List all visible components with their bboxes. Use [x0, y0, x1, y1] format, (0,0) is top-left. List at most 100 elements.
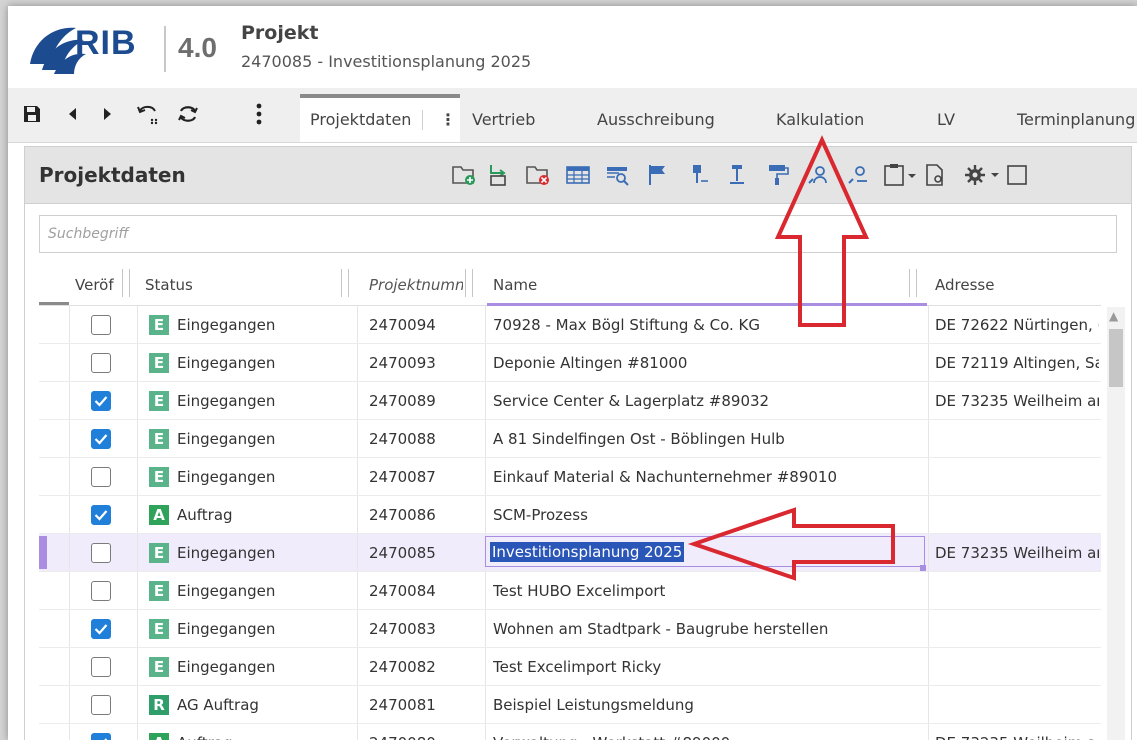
column-resizer[interactable]: [465, 269, 473, 297]
veroef-cell: [91, 686, 111, 723]
projektnummer-cell: 2470082: [369, 657, 436, 676]
row-checkbox[interactable]: [91, 352, 111, 373]
insert-icon[interactable]: [485, 163, 511, 187]
name-edit-field[interactable]: Investitionsplanung 2025: [485, 536, 925, 567]
column-resizer[interactable]: [341, 269, 349, 297]
next-icon[interactable]: [102, 102, 114, 126]
column-divider: [928, 496, 929, 533]
table-row[interactable]: E Eingegangen 2470082 Test Excelimport Rick…: [39, 648, 1101, 686]
tab-menu-icon[interactable]: ⋮: [440, 110, 456, 129]
user-search-icon[interactable]: [805, 163, 831, 187]
row-checkbox[interactable]: [91, 542, 111, 563]
new-folder-icon[interactable]: [451, 163, 477, 187]
tab-ausschreibung[interactable]: Ausschreibung: [597, 110, 715, 129]
search-grid-icon[interactable]: [605, 163, 631, 187]
search-field[interactable]: [39, 215, 1117, 253]
row-checkbox[interactable]: [91, 466, 111, 487]
veroef-cell: [91, 420, 111, 457]
delete-folder-icon[interactable]: [525, 163, 551, 187]
status-cell: E Eingegangen: [149, 534, 275, 571]
projektnummer-cell: 2470094: [369, 315, 436, 334]
row-checkbox[interactable]: [91, 390, 111, 411]
projektnummer-cell: 2470083: [369, 619, 436, 638]
pin-down-icon[interactable]: [685, 163, 711, 187]
column-divider: [137, 534, 138, 571]
column-header-veroef[interactable]: Veröf: [75, 276, 121, 294]
page-title: Projekt: [241, 22, 319, 44]
column-divider: [928, 420, 929, 457]
column-divider: [69, 648, 70, 685]
document-settings-icon[interactable]: [923, 163, 949, 187]
prev-icon[interactable]: [66, 102, 78, 126]
name-cell: A 81 Sindelfingen Ost - Böblingen Hulb: [493, 429, 785, 448]
row-checkbox[interactable]: [91, 428, 111, 449]
grid-header: Veröf Status Projektnumn Name Adresse: [39, 263, 1101, 306]
tab-projektdaten[interactable]: Projektdaten ⋮: [300, 94, 460, 142]
fill-handle[interactable]: [920, 565, 926, 571]
column-divider: [137, 724, 138, 740]
column-header-status[interactable]: Status: [145, 276, 193, 294]
table-row[interactable]: E Eingegangen 2470089 Service Center & Lage…: [39, 382, 1101, 420]
column-divider: [928, 572, 929, 609]
projektnummer-cell: 2470087: [369, 467, 436, 486]
status-text: AG Auftrag: [177, 695, 259, 714]
row-checkbox[interactable]: [91, 694, 111, 715]
refresh-icon[interactable]: [176, 102, 200, 126]
row-checkbox[interactable]: [91, 656, 111, 677]
project-grid: Veröf Status Projektnumn Name Adresse EE…: [39, 263, 1101, 740]
table-row[interactable]: A Auftrag 2470080 Verwaltung - Werkstatt #8…: [39, 724, 1101, 740]
more-vertical-icon[interactable]: [256, 102, 262, 126]
veroef-cell: [91, 610, 111, 647]
flag-icon[interactable]: [645, 163, 671, 187]
column-divider: [357, 306, 358, 343]
adresse-cell: DE 73235 Weilheim ar: [935, 391, 1099, 410]
column-header-name[interactable]: Name: [493, 276, 537, 294]
tab-kalkulation[interactable]: Kalkulation: [776, 110, 864, 129]
column-resizer[interactable]: [909, 269, 917, 297]
table-row[interactable]: E Eingegangen 2470083 Wohnen am Stadtpark -…: [39, 610, 1101, 648]
table-row[interactable]: R AG Auftrag 2470081 Beispiel Leistungsmeld…: [39, 686, 1101, 724]
vertical-scrollbar[interactable]: ▲: [1107, 307, 1125, 740]
tab-terminplanung[interactable]: Terminplanung: [1017, 110, 1135, 129]
gear-icon[interactable]: [963, 163, 1003, 187]
table-row[interactable]: E Eingegangen 2470088 A 81 Sindelfingen Ost…: [39, 420, 1101, 458]
veroef-cell: [91, 724, 111, 740]
save-icon[interactable]: [22, 102, 42, 126]
adresse-cell: [935, 648, 1099, 685]
projektnummer-cell: 2470085: [369, 543, 436, 562]
table-row[interactable]: E Eingegangen 2470085 Investitionsplanung 2…: [39, 534, 1101, 572]
row-checkbox[interactable]: [91, 580, 111, 601]
table-row[interactable]: E Eingegangen 2470084 Test HUBO Excelimport: [39, 572, 1101, 610]
column-divider: [485, 686, 486, 723]
table-row[interactable]: E Eingegangen 2470094 70928 - Max Bögl Stif…: [39, 306, 1101, 344]
status-cell: E Eingegangen: [149, 344, 275, 381]
column-header-adresse[interactable]: Adresse: [935, 276, 994, 294]
status-badge: E: [149, 314, 169, 335]
tab-lv[interactable]: LV: [937, 110, 955, 129]
name-cell: SCM-Prozess: [493, 505, 588, 524]
table-row[interactable]: E Eingegangen 2470093 Deponie Altingen #810…: [39, 344, 1101, 382]
table-row[interactable]: A Auftrag 2470086 SCM-Prozess: [39, 496, 1101, 534]
row-checkbox[interactable]: [91, 504, 111, 525]
table-row[interactable]: E Eingegangen 2470087 Einkauf Material & Na…: [39, 458, 1101, 496]
grid-layout-icon[interactable]: [565, 163, 591, 187]
column-divider: [485, 306, 486, 343]
column-resizer[interactable]: [122, 269, 130, 297]
status-text: Eingegangen: [177, 315, 276, 334]
pin-icon[interactable]: [725, 163, 751, 187]
scroll-up-icon[interactable]: ▲: [1109, 309, 1118, 323]
maximize-icon[interactable]: [1005, 163, 1031, 187]
scrollbar-thumb[interactable]: [1109, 329, 1123, 387]
tab-vertrieb[interactable]: Vertrieb: [472, 110, 535, 129]
undo-icon[interactable]: [136, 102, 162, 126]
clipboard-dropdown-icon[interactable]: [883, 163, 919, 187]
paint-roller-icon[interactable]: [765, 163, 791, 187]
search-input[interactable]: [40, 216, 1116, 252]
row-checkbox[interactable]: [91, 618, 111, 639]
user-filter-icon[interactable]: [845, 163, 871, 187]
row-checkbox[interactable]: [91, 314, 111, 335]
column-divider: [357, 496, 358, 533]
column-header-projektnummer[interactable]: Projektnumn: [369, 276, 463, 294]
row-checkbox[interactable]: [91, 732, 111, 740]
column-divider: [485, 420, 486, 457]
